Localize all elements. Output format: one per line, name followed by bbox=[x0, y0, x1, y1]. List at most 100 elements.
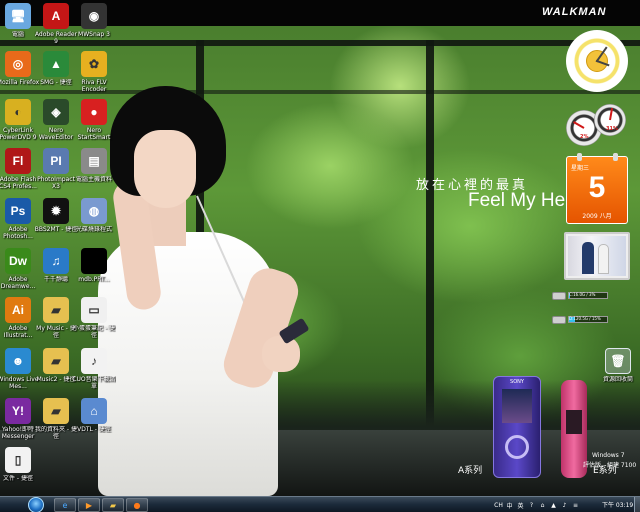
pdf-icon: A bbox=[43, 3, 69, 29]
taskbar-media-player-button[interactable]: ▶ bbox=[78, 498, 100, 512]
desktop-icon[interactable]: Dw Adobe Dreamwe... bbox=[0, 248, 38, 294]
recycle-bin[interactable]: 🗑 資源回收筒 bbox=[598, 348, 638, 394]
desktop-icon[interactable]: ♫ 千千靜聽 bbox=[36, 248, 76, 294]
mp3-icon: ♪ bbox=[81, 348, 107, 374]
taskbar: e ▶ ▰ ● CH 中英? ⌂ ▲ ♪ ≡ 下午 03:19 bbox=[0, 496, 640, 512]
drive-row: D:120.5G / 15% bbox=[552, 314, 610, 330]
desktop-icon[interactable]: ✿ Riva FLV Encoder bbox=[74, 51, 114, 97]
desktop-icon[interactable]: Y! Yahoo!即時 Messenger bbox=[0, 398, 38, 444]
calendar-year-month: 2009 八月 bbox=[582, 213, 612, 220]
taskbar-ie-button[interactable]: e bbox=[54, 498, 76, 512]
wallpaper-pillar bbox=[426, 40, 434, 430]
tray-icon[interactable]: ? bbox=[527, 501, 536, 510]
device-screen bbox=[566, 410, 582, 434]
calendar-ring bbox=[613, 153, 618, 161]
desktop-icon[interactable]: ▲ SMG - 捷徑 bbox=[36, 51, 76, 97]
desktop-icon-label: 文件 - 捷徑 bbox=[3, 475, 33, 482]
desktop-icon-label: 電腦主機資料 bbox=[75, 176, 112, 183]
desktop-icon[interactable]: 🖥 電腦 bbox=[0, 3, 38, 49]
desktop-icon-label: mdb.PRT... bbox=[78, 276, 110, 283]
messenger-icon: ☻ bbox=[5, 348, 31, 374]
desktop-icon[interactable]: ▭ 小蛋蛋筆記 - 捷徑 bbox=[73, 297, 115, 343]
firefox-task-icon: ● bbox=[133, 500, 141, 510]
disc-icon: ◍ bbox=[81, 198, 107, 224]
taskbar-explorer-button[interactable]: ▰ bbox=[102, 498, 124, 512]
desktop-icon[interactable]: PI PhotoImpact X3 bbox=[36, 148, 76, 194]
recycle-bin-icon: 🗑 bbox=[605, 348, 631, 374]
desktop-icon[interactable]: ✹ BBS2MT - 捷徑 bbox=[35, 198, 77, 244]
music-folder-icon: ▰ bbox=[43, 297, 69, 323]
slideshow-gadget[interactable] bbox=[564, 232, 630, 280]
desktop-icon[interactable]: ◈ Nero WaveEditor bbox=[36, 99, 76, 145]
desktop-icon[interactable]: ● Nero StartSmart bbox=[74, 99, 114, 145]
desktop-icon[interactable]: ◍ 光碟燒錄程式 bbox=[74, 198, 114, 244]
desktop-icon[interactable]: ☻ Windows Live Mes... bbox=[0, 348, 38, 394]
calendar-gadget[interactable]: 星期三 5 2009 八月 bbox=[566, 153, 628, 224]
ttplayer-icon: ♫ bbox=[43, 248, 69, 274]
yahoo-icon: Y! bbox=[5, 398, 31, 424]
drive-icon bbox=[552, 316, 566, 324]
tagline-english: Feel My He bbox=[468, 190, 566, 211]
dreamweaver-icon: Dw bbox=[5, 248, 31, 274]
clock-gadget[interactable] bbox=[566, 30, 628, 92]
desktop-icon[interactable]: ▰ My Music - 捷徑 bbox=[36, 297, 76, 343]
desktop-icon[interactable]: Ai Adobe Illustrat... bbox=[0, 297, 38, 343]
tray-icon[interactable]: ⌂ bbox=[538, 501, 547, 510]
flash-icon: Fl bbox=[5, 148, 31, 174]
nero-wave-icon: ◈ bbox=[43, 99, 69, 125]
smg-icon: ▲ bbox=[43, 51, 69, 77]
calendar-ring bbox=[577, 153, 582, 161]
desktop-icon[interactable]: ◉ MWSnap 3 bbox=[74, 3, 114, 49]
tray-icon[interactable]: ▲ bbox=[549, 501, 558, 510]
desktop-icon[interactable]: ◐ CyberLink PowerDVD 9 bbox=[0, 99, 38, 145]
desktop-icon[interactable]: Fl Adobe Flash CS4 Profes... bbox=[0, 148, 38, 194]
media-player-icon: ▶ bbox=[85, 500, 93, 510]
desktop-icon-label: 光碟燒錄程式 bbox=[75, 226, 112, 233]
drive-row: C:16.0G / 3% bbox=[552, 290, 610, 306]
cpu-meter-gadget[interactable]: 2% 31% bbox=[566, 104, 628, 148]
riva-icon: ✿ bbox=[81, 51, 107, 77]
desktop-icon[interactable]: ◎ Mozilla Firefox bbox=[0, 51, 39, 97]
drive-icon bbox=[552, 292, 566, 300]
taskbar-firefox-button[interactable]: ● bbox=[126, 498, 148, 512]
device-brand: SONY bbox=[510, 379, 524, 385]
camera-icon: ◉ bbox=[81, 3, 107, 29]
desktop-icon-label: CUO音樂下載清單 bbox=[72, 376, 116, 390]
desktop-icon-label: VDTL - 捷徑 bbox=[77, 426, 111, 433]
document-icon: ▯ bbox=[5, 447, 31, 473]
girl-hand bbox=[262, 336, 300, 372]
slideshow-person bbox=[582, 242, 594, 274]
device-screen bbox=[502, 389, 532, 423]
tray-icon[interactable]: ♪ bbox=[560, 501, 569, 510]
taskbar-clock[interactable]: 下午 03:19 bbox=[602, 500, 633, 509]
start-button[interactable] bbox=[28, 497, 44, 512]
drive-meter-gadget[interactable]: C:16.0G / 3% D:120.5G / 15% bbox=[552, 290, 614, 330]
desktop-icon[interactable]: ▰ 我的資料夾 - 捷徑 bbox=[35, 398, 77, 444]
desktop-icon[interactable]: ▯ 文件 - 捷徑 bbox=[0, 447, 38, 493]
desktop-icon-label: Riva FLV Encoder bbox=[81, 79, 107, 93]
desktop-icon[interactable]: ▤ 電腦主機資料 bbox=[74, 148, 114, 194]
cpu-percent: 2% bbox=[580, 134, 589, 140]
tray-icon[interactable]: ≡ bbox=[571, 501, 580, 510]
my-folder-icon: ▰ bbox=[43, 398, 69, 424]
tray-icon[interactable]: 中 bbox=[505, 501, 514, 510]
walkman-logo: WALKMAN bbox=[542, 6, 607, 18]
desktop-icon[interactable]: mdb.PRT... bbox=[74, 248, 114, 294]
desktop-icon[interactable]: ♪ CUO音樂下載清單 bbox=[72, 348, 116, 394]
tray-icon[interactable]: 英 bbox=[516, 501, 525, 510]
show-desktop-button[interactable] bbox=[634, 497, 640, 512]
desktop-icon[interactable]: ⌂ VDTL - 捷徑 bbox=[74, 398, 114, 444]
tray-icon[interactable]: CH bbox=[494, 501, 503, 510]
calendar-day: 5 bbox=[588, 171, 606, 204]
computer-icon: 🖥 bbox=[5, 3, 31, 29]
desktop-icon[interactable]: Ps Adobe Photosh... bbox=[0, 198, 38, 244]
pc-info-icon: ▤ bbox=[81, 148, 107, 174]
series-a-label: A系列 bbox=[458, 466, 483, 476]
drive-label: D:120.5G / 15% bbox=[569, 316, 601, 321]
notes-icon: ▭ bbox=[81, 297, 107, 323]
explorer-folder-icon: ▰ bbox=[109, 500, 117, 510]
desktop-icon[interactable]: ▰ Music2 - 捷徑 bbox=[36, 348, 76, 394]
desktop-icon[interactable]: A Adobe Reader 9 bbox=[35, 3, 77, 49]
firefox-icon: ◎ bbox=[5, 51, 31, 77]
desktop-icon-label: 小蛋蛋筆記 - 捷徑 bbox=[73, 325, 115, 339]
